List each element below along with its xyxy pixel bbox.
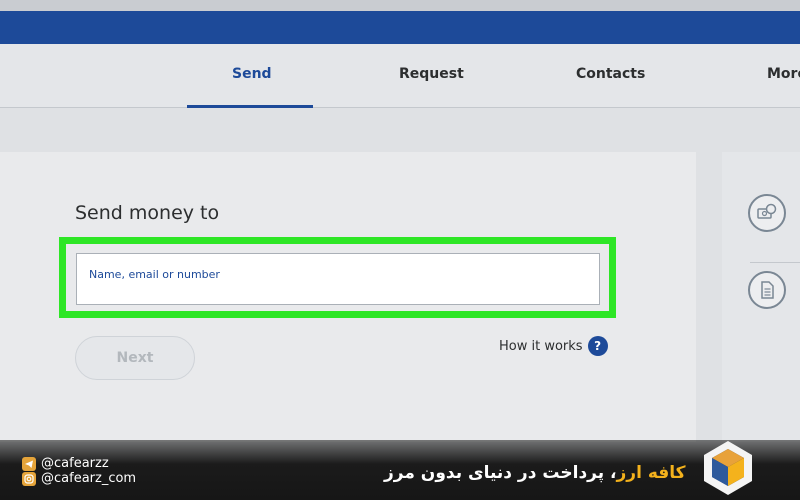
tab-send[interactable]: Send [232,66,272,82]
side-divider [750,262,800,263]
tab-more[interactable]: More [767,66,800,82]
telegram-handle-text: @cafearzz [41,456,109,471]
send-money-card: Send money to Next How it works ? [0,152,696,442]
slogan-text: ، پرداخت در دنیای بدون مرز [384,463,617,483]
watermark-banner: @cafearzz @cafearz_com کافه ارز، پرداخت … [0,440,800,500]
tab-request[interactable]: Request [399,66,464,82]
recipient-input[interactable] [89,268,587,281]
next-button[interactable]: Next [75,336,195,380]
help-icon[interactable]: ? [587,336,608,356]
side-panel [722,152,800,442]
how-it-works-label: How it works [499,338,583,354]
how-it-works-link[interactable]: How it works ? [499,336,608,356]
recipient-field-box [76,253,600,305]
telegram-handle: @cafearzz [22,456,109,471]
brand-name: کافه ارز [616,463,686,483]
browser-top-strip [0,0,800,11]
instagram-handle-text: @cafearz_com [41,471,137,486]
slogan: کافه ارز، پرداخت در دنیای بدون مرز [384,463,686,483]
money-transfer-icon[interactable] [748,194,786,232]
document-icon[interactable] [748,271,786,309]
instagram-handle: @cafearz_com [22,471,136,486]
instagram-icon [22,471,36,486]
main-nav: Send Request Contacts More [0,44,800,108]
tab-contacts[interactable]: Contacts [576,66,645,82]
active-tab-indicator [187,105,313,108]
header-bar [0,11,800,44]
telegram-icon [22,456,36,471]
cafearz-logo [704,441,752,495]
page-title: Send money to [75,202,220,224]
